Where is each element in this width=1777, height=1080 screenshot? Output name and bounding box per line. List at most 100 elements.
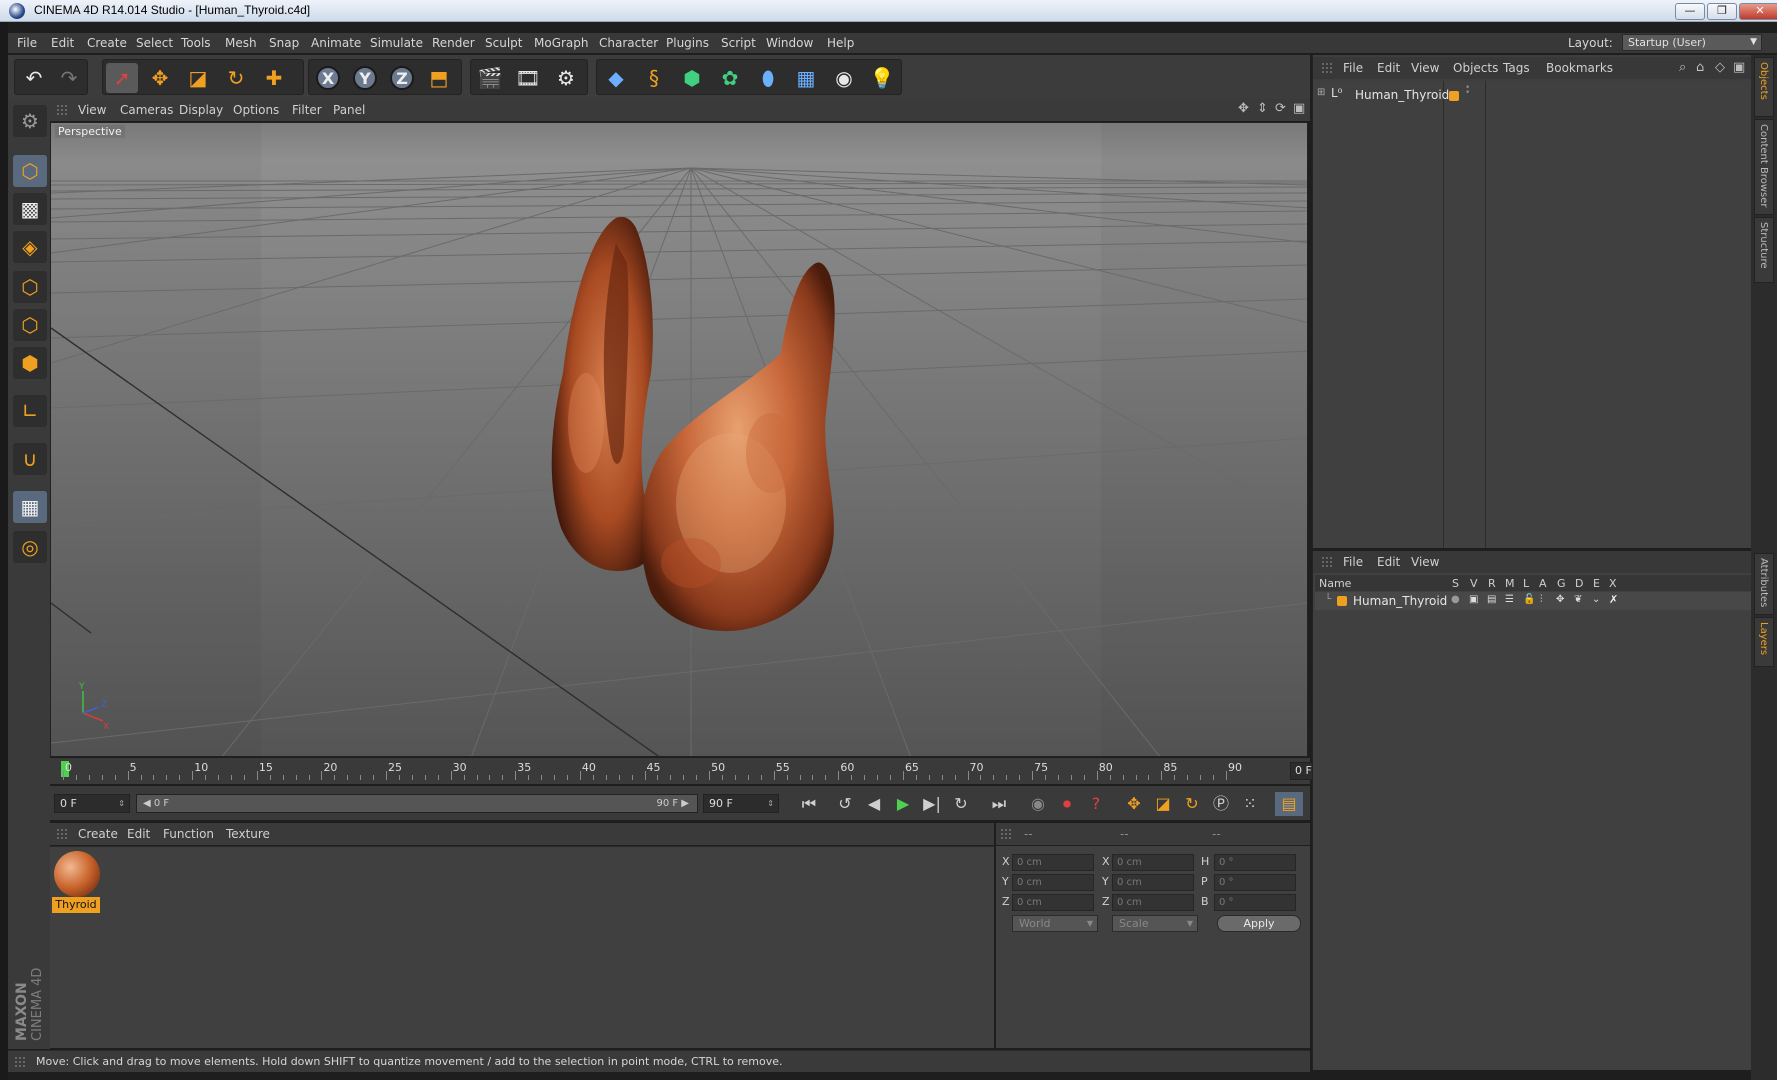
snapping-magnet-icon[interactable]: ∪: [13, 443, 47, 475]
key-scale-icon[interactable]: ◪: [1149, 792, 1177, 816]
previous-frame-icon[interactable]: ◀: [860, 792, 888, 816]
col-manager[interactable]: M: [1505, 577, 1515, 590]
apply-button[interactable]: Apply: [1217, 915, 1301, 932]
record-position-icon[interactable]: ◉: [1024, 792, 1052, 816]
tab-layers[interactable]: Layers: [1754, 617, 1774, 667]
animation-toggle-icon[interactable]: ⫶: [1540, 594, 1543, 605]
col-name[interactable]: Name: [1319, 577, 1351, 590]
col-locked[interactable]: L: [1523, 577, 1529, 590]
key-point-level-icon[interactable]: ⁙: [1236, 792, 1264, 816]
object-menu-file[interactable]: File: [1343, 61, 1363, 75]
pos-x-field[interactable]: 0 cm: [1012, 854, 1094, 871]
tab-attributes[interactable]: Attributes: [1754, 553, 1774, 615]
key-position-icon[interactable]: ✥: [1120, 792, 1148, 816]
points-mode-icon[interactable]: ⬡: [13, 271, 47, 303]
edges-mode-icon[interactable]: ⬡: [13, 309, 47, 341]
object-menu-tags[interactable]: Tags: [1503, 61, 1530, 75]
move-tool-icon[interactable]: ✥: [144, 63, 176, 93]
menu-file[interactable]: File: [17, 36, 37, 50]
col-deformers[interactable]: D: [1575, 577, 1583, 590]
menu-mograph[interactable]: MoGraph: [534, 36, 589, 50]
autokeying-icon[interactable]: ?: [1082, 792, 1110, 816]
axis-mode-icon[interactable]: ∟: [13, 395, 47, 427]
rot-p-field[interactable]: 0 °: [1214, 874, 1296, 891]
play-forward-icon[interactable]: ▶: [889, 792, 917, 816]
material-menu-texture[interactable]: Texture: [226, 827, 270, 841]
menu-edit[interactable]: Edit: [51, 36, 74, 50]
camera-icon[interactable]: ◉: [828, 63, 860, 93]
col-render[interactable]: R: [1488, 577, 1496, 590]
model-mode-icon[interactable]: ⬡: [13, 155, 47, 187]
menu-animate[interactable]: Animate: [311, 36, 361, 50]
material-menu-edit[interactable]: Edit: [127, 827, 150, 841]
render-toggle-icon[interactable]: ▤: [1487, 594, 1496, 605]
panel-grip-icon[interactable]: [1000, 828, 1012, 840]
spinner-arrows-icon[interactable]: ⇕: [118, 795, 125, 812]
solo-toggle-icon[interactable]: ●: [1451, 594, 1460, 605]
lock-toggle-icon[interactable]: 🔓: [1523, 594, 1535, 605]
key-rotation-icon[interactable]: ↻: [1178, 792, 1206, 816]
layer-row-human-thyroid[interactable]: └ Human_Thyroid ● ▣ ▤ ☰ 🔓 ⫶ ✥ ❦ ⌄ ✗: [1315, 592, 1752, 610]
nurbs-icon[interactable]: ⬢: [676, 63, 708, 93]
menu-snap[interactable]: Snap: [269, 36, 299, 50]
coordinate-system-icon[interactable]: ⬒: [423, 63, 455, 93]
new-view-icon[interactable]: ▣: [1733, 60, 1745, 75]
redo-icon[interactable]: ↷: [53, 63, 85, 93]
floor-icon[interactable]: ▦: [790, 63, 822, 93]
material-menu-function[interactable]: Function: [163, 827, 214, 841]
panel-grip-icon[interactable]: [1321, 62, 1333, 74]
object-name[interactable]: Human_Thyroid: [1355, 88, 1449, 102]
layer-menu-edit[interactable]: Edit: [1377, 555, 1400, 569]
pos-y-field[interactable]: 0 cm: [1012, 874, 1094, 891]
restore-button[interactable]: ❐: [1707, 3, 1737, 20]
timeline-ruler[interactable]: 0 5 10 15 20 25 30 35 40 45 50 55 60 65 70 75 80 85 90 0 F…: [50, 758, 1358, 784]
preview-range-slider[interactable]: ◀ 0 F 90 F ▶: [136, 794, 698, 813]
go-to-start-icon[interactable]: ⏮: [795, 792, 823, 816]
menu-mesh[interactable]: Mesh: [225, 36, 257, 50]
make-editable-icon[interactable]: ⚙: [13, 105, 47, 137]
expressions-toggle-icon[interactable]: ⌄: [1592, 594, 1600, 605]
panel-grip-icon[interactable]: [56, 828, 68, 840]
layer-menu-file[interactable]: File: [1343, 555, 1363, 569]
record-active-objects-icon[interactable]: ⏺: [1053, 792, 1081, 816]
undo-icon[interactable]: ↶: [18, 63, 50, 93]
menu-help[interactable]: Help: [827, 36, 854, 50]
col-expressions[interactable]: E: [1593, 577, 1600, 590]
menu-plugins[interactable]: Plugins: [666, 36, 709, 50]
previous-key-icon[interactable]: ↺: [831, 792, 859, 816]
layer-name[interactable]: Human_Thyroid: [1353, 594, 1447, 608]
spinner-arrows-icon[interactable]: ⇕: [767, 795, 774, 812]
deformers-toggle-icon[interactable]: ❦: [1574, 594, 1582, 605]
visible-toggle-icon[interactable]: ▣: [1469, 594, 1478, 605]
tab-objects[interactable]: Objects: [1754, 57, 1774, 117]
rot-b-field[interactable]: 0 °: [1214, 894, 1296, 911]
viewport-menu-view[interactable]: View: [78, 103, 106, 117]
live-selection-icon[interactable]: ➚: [106, 63, 138, 93]
max-frame-field[interactable]: 90 F ⇕: [703, 794, 779, 813]
texture-mode-icon[interactable]: ▩: [13, 193, 47, 225]
col-solo[interactable]: S: [1452, 577, 1459, 590]
layer-color-swatch[interactable]: [1337, 596, 1347, 606]
locked-workplane-icon[interactable]: ▦: [13, 491, 47, 523]
render-view-icon[interactable]: 🎬: [474, 63, 506, 93]
light-bulb-icon[interactable]: 💡: [866, 63, 898, 93]
z-axis-lock-button[interactable]: Z: [386, 63, 418, 93]
perspective-viewport[interactable]: Y X Z Perspective: [50, 122, 1308, 757]
array-icon[interactable]: ✿: [714, 63, 746, 93]
xref-toggle-icon[interactable]: ✗: [1609, 593, 1618, 606]
cube-primitive-icon[interactable]: ◆: [600, 63, 632, 93]
tab-structure[interactable]: Structure: [1754, 217, 1774, 283]
key-parameter-icon[interactable]: Ⓟ: [1207, 792, 1235, 816]
viewport-menu-cameras[interactable]: Cameras: [120, 103, 173, 117]
y-axis-lock-button[interactable]: Y: [349, 63, 381, 93]
manager-toggle-icon[interactable]: ☰: [1505, 594, 1514, 605]
size-z-field[interactable]: 0 cm: [1112, 894, 1194, 911]
navigate-icon[interactable]: ◇: [1715, 60, 1725, 75]
move-view-icon[interactable]: ✥: [1238, 101, 1249, 116]
menu-create[interactable]: Create: [87, 36, 127, 50]
home-icon[interactable]: ⌂: [1696, 60, 1704, 75]
viewport-menu-options[interactable]: Options: [233, 103, 279, 117]
pos-z-field[interactable]: 0 cm: [1012, 894, 1094, 911]
panel-grip-icon[interactable]: [1321, 556, 1333, 568]
spline-icon[interactable]: §: [638, 63, 670, 93]
